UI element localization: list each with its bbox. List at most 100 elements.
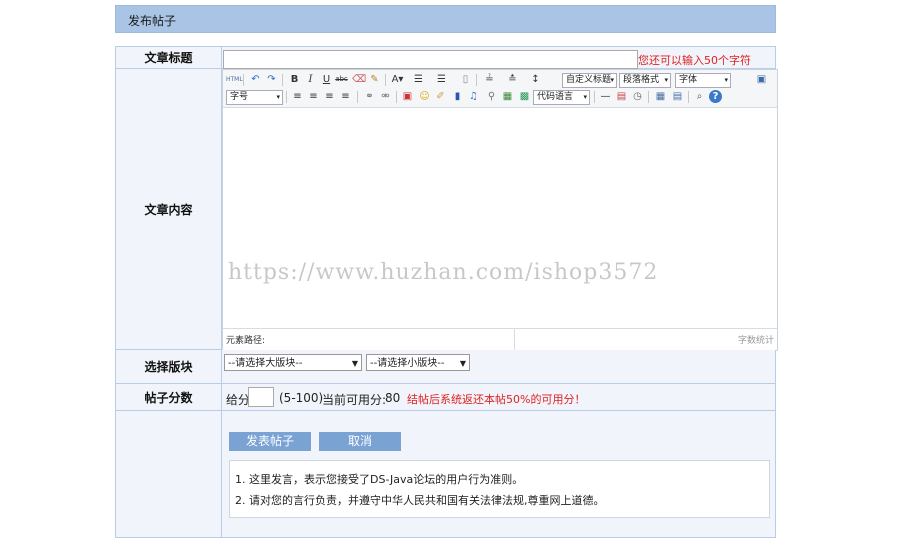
fullscreen-icon[interactable]: ▣ [755, 73, 768, 86]
time-icon[interactable]: ◷ [631, 90, 644, 103]
major-board-select[interactable]: --请选择大版块-- ▼ [224, 354, 362, 371]
page-header: 发布帖子 [115, 5, 776, 33]
page-title: 发布帖子 [128, 14, 177, 28]
minor-board-select[interactable]: --请选择小版块-- ▼ [366, 354, 470, 371]
date-icon[interactable]: ▤ [615, 90, 628, 103]
content-label: 文章内容 [115, 68, 222, 350]
unordered-list-icon[interactable]: ☰ [435, 73, 448, 86]
score-range: (5-100) [279, 391, 324, 405]
toolbar-separator [594, 91, 595, 103]
toolbar-separator [282, 74, 283, 86]
document-icon[interactable]: ▯ [459, 73, 472, 86]
row-spacing-top-icon[interactable]: ≟ [483, 73, 496, 86]
note-item: 2. 请对您的言行负责，并遵守中华人民共和国有关法律法规,尊重网上道德。 [235, 494, 605, 507]
line-height-icon[interactable]: ↕ [529, 73, 542, 86]
score-input[interactable] [248, 387, 274, 407]
editor-content-area[interactable]: https://www.huzhan.com/ishop3572 [223, 108, 777, 328]
undo-icon[interactable]: ↶ [249, 73, 262, 86]
title-remaining-hint: 您还可以输入50个字符 [638, 54, 751, 67]
scrawl-icon[interactable]: ✐ [434, 90, 447, 103]
statusbar-divider [514, 329, 515, 350]
align-center-icon[interactable]: ≡ [307, 90, 320, 103]
image-icon[interactable]: ▣ [401, 90, 414, 103]
available-score-value: 80 [385, 391, 401, 405]
score-notice: 结帖后系统返还本帖50%的可用分！ [407, 393, 586, 406]
posting-notes: 1. 这里发言，表示您接受了DS-Java论坛的用户行为准则。 2. 请对您的言… [229, 460, 770, 518]
board-cell: --请选择大版块-- ▼ --请选择小版块-- ▼ [221, 349, 776, 384]
eraser-icon[interactable]: ⌫ [352, 73, 366, 86]
rich-text-editor[interactable]: HTML ↶ ↷ B I U abc ⌫ ✎ A▾ ☰ ☰ ▯ ≟ ≛ ↕ 自定… [222, 69, 778, 351]
editor-toolbar: HTML ↶ ↷ B I U abc ⌫ ✎ A▾ ☰ ☰ ▯ ≟ ≛ ↕ 自定… [223, 70, 777, 108]
chevron-down-icon: ▾ [724, 76, 728, 84]
ordered-list-icon[interactable]: ☰ [412, 73, 425, 86]
toolbar-separator [688, 91, 689, 103]
insert-image-icon[interactable]: ▩ [518, 90, 531, 103]
cancel-button[interactable]: 取消 [319, 432, 401, 451]
title-cell: 您还可以输入50个字符 [221, 46, 776, 69]
paragraph-format-select-label: 段落格式 [623, 75, 660, 85]
actions-label-cell [115, 410, 222, 538]
toolbar-separator [243, 74, 244, 86]
toolbar-separator [396, 91, 397, 103]
map-icon[interactable]: ▦ [501, 90, 514, 103]
attachment-icon[interactable]: ⚲ [485, 90, 498, 103]
chevron-down-icon: ▾ [664, 76, 668, 84]
board-label: 选择版块 [115, 349, 222, 384]
music-icon[interactable]: ♫ [467, 90, 480, 103]
format-painter-icon[interactable]: ✎ [368, 73, 381, 86]
unlink-icon[interactable]: ⚮ [379, 90, 392, 103]
help-icon[interactable]: ? [709, 90, 722, 103]
note-item: 1. 这里发言，表示您接受了DS-Java论坛的用户行为准则。 [235, 473, 524, 486]
title-input[interactable] [223, 50, 638, 69]
horizontal-rule-icon[interactable]: — [599, 90, 612, 103]
chevron-down-icon: ▾ [610, 76, 614, 84]
font-family-select-label: 字体 [679, 75, 698, 85]
font-color-icon[interactable]: A▾ [391, 73, 404, 86]
toolbar-separator [385, 74, 386, 86]
chevron-down-icon: ▼ [459, 359, 466, 368]
paragraph-format-select[interactable]: 段落格式 ▾ [619, 73, 671, 88]
element-path-label: 元素路径: [226, 336, 266, 346]
link-icon[interactable]: ⚭ [363, 90, 376, 103]
underline-icon[interactable]: U [320, 73, 333, 86]
align-left-icon[interactable]: ≡ [291, 90, 304, 103]
custom-title-select-label: 自定义标题 [566, 75, 612, 85]
align-justify-icon[interactable]: ≡ [339, 90, 352, 103]
align-right-icon[interactable]: ≡ [323, 90, 336, 103]
score-prefix: 给分 [226, 393, 251, 407]
chevron-down-icon: ▼ [351, 359, 358, 368]
score-label: 帖子分数 [115, 383, 222, 411]
font-size-select-label: 字号 [230, 92, 249, 102]
score-cell: 给分 (5-100) 当前可用分: 80 结帖后系统返还本帖50%的可用分！ [221, 383, 776, 411]
post-form: 文章标题 您还可以输入50个字符 文章内容 HTML ↶ ↷ B I U abc… [115, 46, 778, 538]
toolbar-separator [648, 91, 649, 103]
toolbar-separator [476, 74, 477, 86]
code-language-select[interactable]: 代码语言 ▾ [533, 90, 590, 105]
editor-statusbar: 元素路径: 字数统计 [223, 328, 777, 350]
toolbar-separator [286, 91, 287, 103]
search-replace-icon[interactable]: ⌕ [693, 90, 706, 103]
font-family-select[interactable]: 字体 ▾ [675, 73, 731, 88]
strikethrough-icon[interactable]: abc [335, 73, 348, 86]
watermark-text: https://www.huzhan.com/ishop3572 [228, 260, 659, 285]
minor-board-select-label: --请选择小版块-- [370, 358, 445, 369]
emoticon-icon[interactable]: ☺ [418, 90, 431, 103]
title-label: 文章标题 [115, 46, 222, 69]
custom-title-select[interactable]: 自定义标题 ▾ [562, 73, 617, 88]
template-icon[interactable]: ▤ [671, 90, 684, 103]
available-score-label: 当前可用分: [322, 393, 387, 407]
actions-cell: 发表帖子 取消 1. 这里发言，表示您接受了DS-Java论坛的用户行为准则。 … [221, 410, 776, 538]
table-icon[interactable]: ▦ [654, 90, 667, 103]
attachment-disk-icon[interactable]: ▮ [451, 90, 464, 103]
row-spacing-bottom-icon[interactable]: ≛ [506, 73, 519, 86]
html-source-icon[interactable]: HTML [226, 73, 243, 86]
word-count-label: 字数统计 [737, 336, 774, 346]
font-size-select[interactable]: 字号 ▾ [226, 90, 283, 105]
submit-post-button[interactable]: 发表帖子 [229, 432, 311, 451]
major-board-select-label: --请选择大版块-- [228, 358, 303, 369]
redo-icon[interactable]: ↷ [265, 73, 278, 86]
italic-icon[interactable]: I [304, 73, 317, 86]
toolbar-separator [357, 91, 358, 103]
bold-icon[interactable]: B [288, 73, 301, 86]
chevron-down-icon: ▾ [276, 93, 280, 101]
